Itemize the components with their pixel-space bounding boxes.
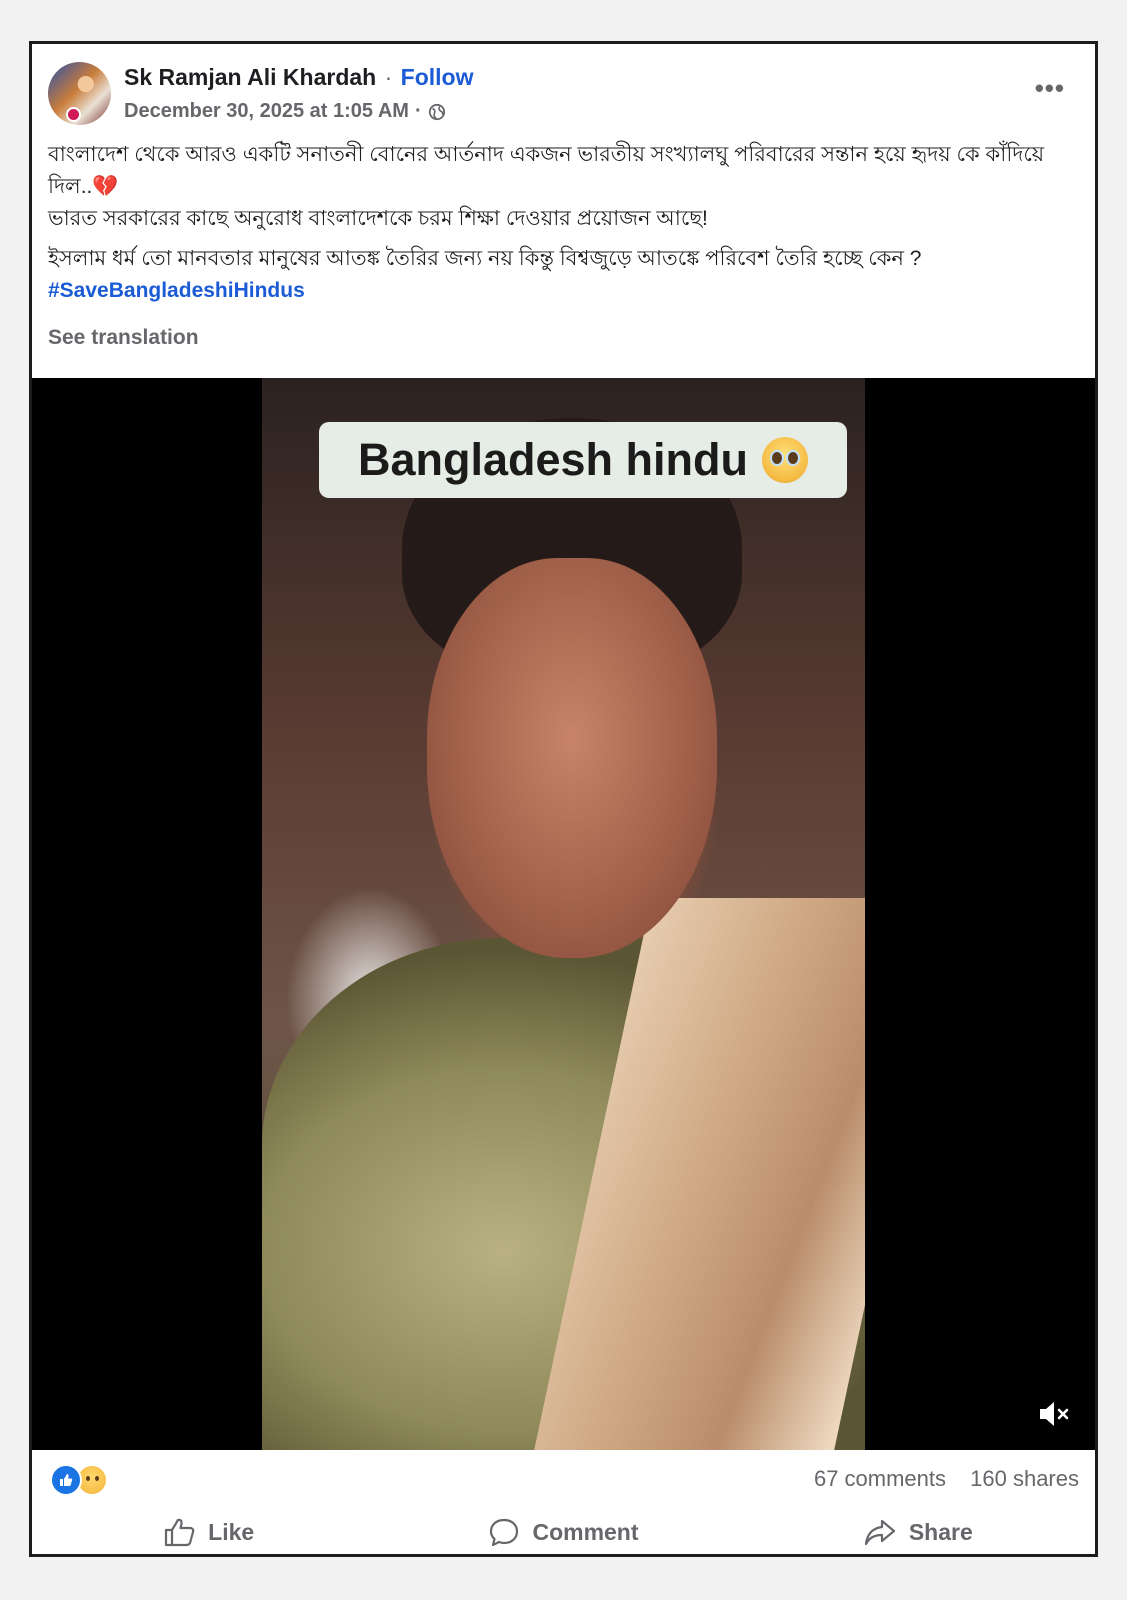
post-text-line: ভারত সরকারের কাছে অনুরোধ বাংলাদেশকে চরম … xyxy=(48,207,708,230)
video-player[interactable]: Bangladesh hindu xyxy=(32,378,1095,1450)
like-label: Like xyxy=(208,1518,255,1545)
share-arrow-icon xyxy=(864,1519,895,1546)
like-reaction-icon xyxy=(50,1464,82,1496)
post-meta: December 30, 2025 at 1:05 AM · xyxy=(124,100,446,123)
reaction-summary[interactable] xyxy=(50,1464,108,1496)
share-count[interactable]: 160 shares xyxy=(970,1466,1079,1491)
post-timestamp[interactable]: December 30, 2025 at 1:05 AM xyxy=(124,100,409,123)
crying-face-emoji-icon xyxy=(762,437,808,483)
share-label: Share xyxy=(908,1518,973,1545)
thumbs-up-icon xyxy=(165,1518,195,1547)
comment-button[interactable]: Comment xyxy=(386,1507,740,1554)
post-text: বাংলাদেশ থেকে আরও একটি সনাতনী বোনের আর্ত… xyxy=(48,139,1078,307)
engagement-counts: 67 comments 160 shares xyxy=(814,1466,1079,1492)
post-card: Sk Ramjan Ali Khardah · Follow December … xyxy=(29,41,1098,1557)
comment-label: Comment xyxy=(532,1518,639,1545)
comment-count[interactable]: 67 comments xyxy=(814,1466,946,1491)
comment-bubble-icon xyxy=(490,1518,519,1547)
author-name[interactable]: Sk Ramjan Ali Khardah xyxy=(124,64,376,90)
author-avatar[interactable] xyxy=(48,62,111,125)
post-text-line: ইসলাম ধর্ম তো মানবতার মানুষের আতঙ্ক তৈরি… xyxy=(48,247,922,270)
video-person-face xyxy=(427,558,717,958)
video-caption-text: Bangladesh hindu xyxy=(357,434,748,485)
video-frame: Bangladesh hindu xyxy=(262,378,865,1450)
hashtag-link[interactable]: #SaveBangladeshiHindus xyxy=(48,275,1078,307)
muted-speaker-icon[interactable] xyxy=(1037,1398,1073,1430)
see-translation-link[interactable]: See translation xyxy=(48,326,199,350)
action-bar: Like Comment Share xyxy=(32,1507,1095,1554)
avatar-badge xyxy=(66,107,81,122)
author-line: Sk Ramjan Ali Khardah · Follow xyxy=(124,64,474,91)
separator-dot: · xyxy=(384,64,393,90)
like-button[interactable]: Like xyxy=(32,1507,386,1554)
separator-dot: · xyxy=(414,100,422,122)
share-button[interactable]: Share xyxy=(741,1507,1095,1554)
video-caption: Bangladesh hindu xyxy=(319,422,847,498)
globe-icon xyxy=(428,103,445,120)
follow-button[interactable]: Follow xyxy=(401,64,474,90)
more-options-button[interactable]: ••• xyxy=(1035,75,1065,101)
post-text-line: বাংলাদেশ থেকে আরও একটি সনাতনী বোনের আর্ত… xyxy=(48,143,1045,198)
